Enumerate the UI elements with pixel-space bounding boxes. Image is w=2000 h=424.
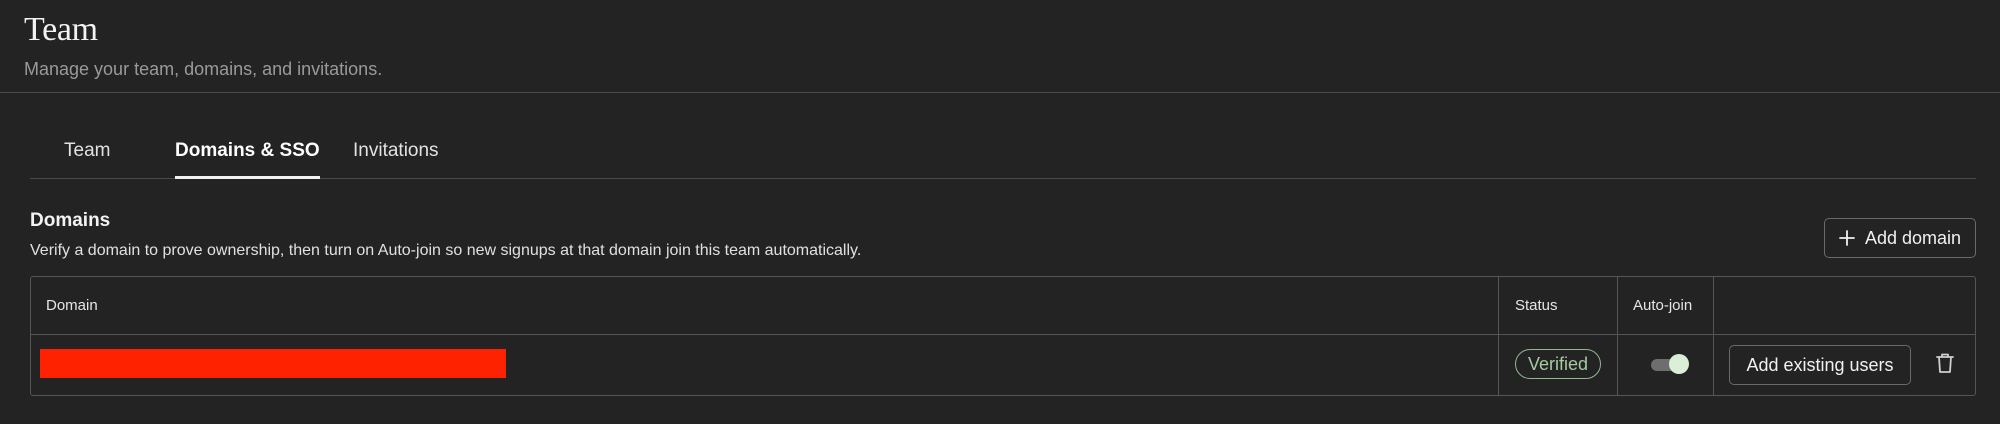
domains-section-title: Domains [30, 210, 111, 231]
add-existing-users-button[interactable]: Add existing users [1729, 345, 1911, 385]
tab-domains-sso[interactable]: Domains & SSO [175, 136, 320, 179]
tab-bar: Team Domains & SSO Invitations [30, 136, 1976, 179]
domains-section-description: Verify a domain to prove ownership, then… [30, 242, 862, 259]
domains-table: Domain Status Auto-join Verified Add exi… [30, 276, 1976, 396]
column-header-domain: Domain [46, 297, 98, 314]
redacted-domain-value [40, 349, 506, 378]
column-header-status: Status [1515, 297, 1558, 314]
plus-icon [1839, 230, 1855, 246]
column-header-auto-join: Auto-join [1633, 297, 1693, 314]
add-domain-button[interactable]: Add domain [1824, 218, 1976, 258]
table-header: Domain Status Auto-join [31, 277, 1975, 335]
column-divider [1617, 277, 1618, 395]
delete-domain-button[interactable] [1931, 351, 1959, 379]
column-divider [1498, 277, 1499, 395]
toggle-knob [1669, 354, 1689, 374]
tab-team[interactable]: Team [64, 136, 110, 178]
status-badge: Verified [1515, 349, 1601, 379]
column-divider [1713, 277, 1714, 395]
add-domain-label: Add domain [1864, 227, 1962, 248]
tab-invitations[interactable]: Invitations [353, 136, 439, 178]
page-header: Team Manage your team, domains, and invi… [24, 10, 382, 80]
auto-join-toggle[interactable] [1648, 353, 1689, 375]
trash-icon [1935, 352, 1955, 379]
page-subtitle: Manage your team, domains, and invitatio… [24, 59, 383, 79]
header-divider [0, 92, 2000, 93]
page-title: Team [24, 11, 98, 48]
